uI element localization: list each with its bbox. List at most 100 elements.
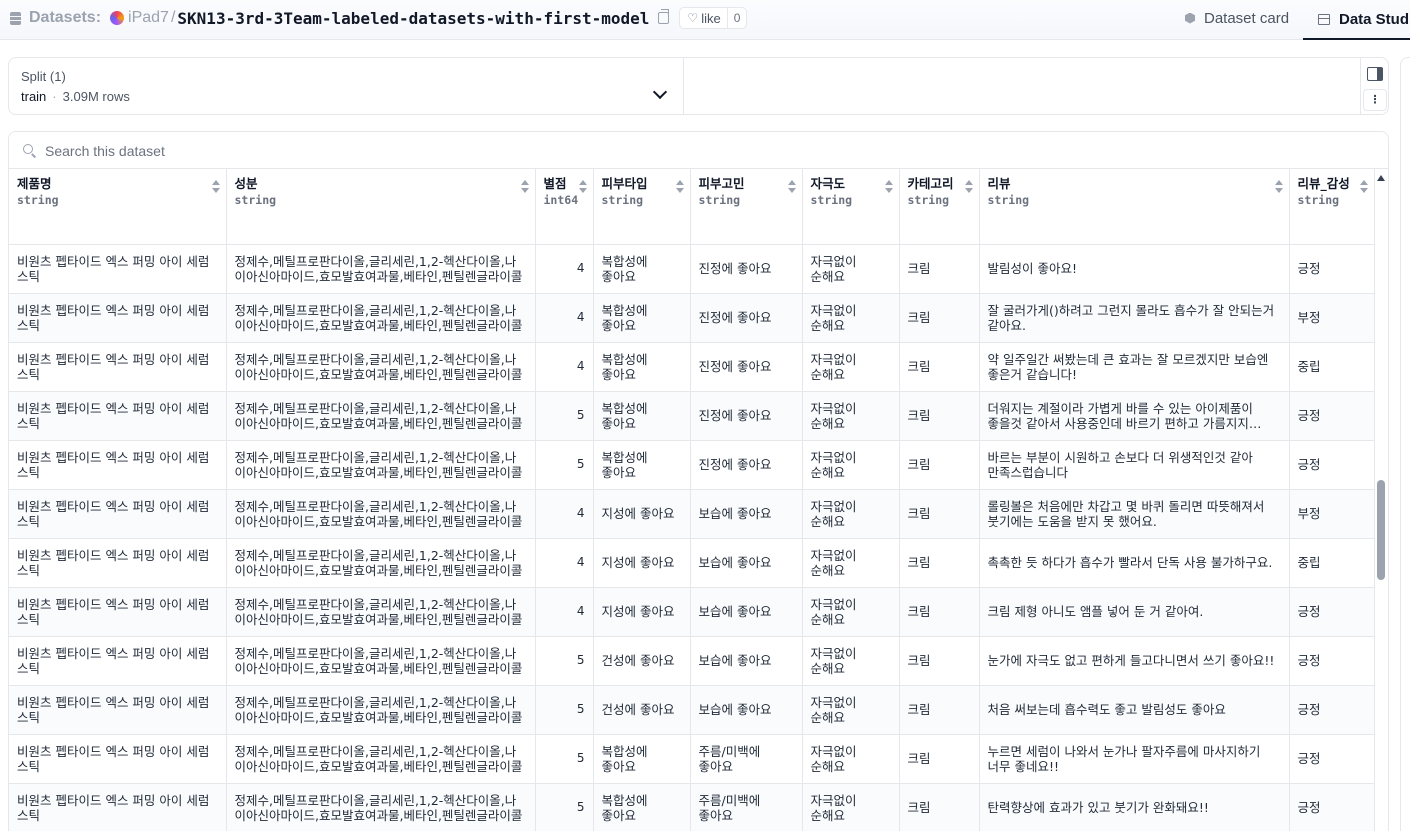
cell-rating[interactable]: 4 — [535, 587, 594, 637]
sort-icon[interactable] — [578, 180, 587, 193]
more-options-button[interactable]: ⋮ — [1363, 89, 1387, 111]
cell-product-name[interactable]: 비원츠 펩타이드 엑스 퍼밍 아이 세럼 스틱 — [9, 587, 227, 637]
search-input[interactable] — [45, 140, 645, 162]
cell-product-name[interactable]: 비원츠 펩타이드 엑스 퍼밍 아이 세럼 스틱 — [9, 734, 227, 784]
tab-data-studio[interactable]: Data Studio — [1303, 0, 1410, 40]
split-selector[interactable]: Split (1) train · 3.09M rows — [9, 58, 684, 114]
cell-skin-type[interactable]: 건성에 좋아요 — [593, 636, 691, 686]
cell-skin-type[interactable]: 건성에 좋아요 — [593, 685, 691, 735]
cell-review[interactable]: 바르는 부분이 시원하고 손보다 더 위생적인것 같아 만족스럽습니다 — [979, 440, 1290, 490]
like-button[interactable]: ♡ like 0 — [679, 7, 748, 29]
cell-category[interactable]: 크림 — [899, 783, 980, 831]
table-row[interactable]: 비원츠 펩타이드 엑스 퍼밍 아이 세럼 스틱 정제수,메틸프로판다이올,글리세린… — [9, 734, 1375, 784]
cell-ingredients[interactable]: 정제수,메틸프로판다이올,글리세린,1,2-헥산다이올,나이아신아마이드,효모발… — [226, 440, 536, 490]
cell-review[interactable]: 촉촉한 듯 하다가 흡수가 빨라서 단독 사용 불가하구요. — [979, 538, 1290, 588]
tab-dataset-card[interactable]: Dataset card — [1185, 0, 1289, 36]
cell-review[interactable]: 크림 제형 아니도 앰플 넣어 둔 거 같아여. — [979, 587, 1290, 637]
cell-product-name[interactable]: 비원츠 펩타이드 엑스 퍼밍 아이 세럼 스틱 — [9, 538, 227, 588]
cell-skin-concern[interactable]: 진정에 좋아요 — [690, 440, 803, 490]
cell-skin-type[interactable]: 복합성에 좋아요 — [593, 440, 691, 490]
table-row[interactable]: 비원츠 펩타이드 엑스 퍼밍 아이 세럼 스틱 정제수,메틸프로판다이올,글리세린… — [9, 391, 1375, 441]
cell-review-sentiment[interactable]: 중립 — [1289, 538, 1375, 588]
table-row[interactable]: 비원츠 펩타이드 엑스 퍼밍 아이 세럼 스틱 정제수,메틸프로판다이올,글리세린… — [9, 783, 1375, 831]
cell-category[interactable]: 크림 — [899, 685, 980, 735]
cell-category[interactable]: 크림 — [899, 734, 980, 784]
cell-product-name[interactable]: 비원츠 펩타이드 엑스 퍼밍 아이 세럼 스틱 — [9, 685, 227, 735]
cell-skin-type[interactable]: 복합성에 좋아요 — [593, 391, 691, 441]
chevron-down-icon[interactable] — [652, 84, 668, 100]
cell-skin-concern[interactable]: 진정에 좋아요 — [690, 342, 803, 392]
cell-product-name[interactable]: 비원츠 펩타이드 엑스 퍼밍 아이 세럼 스틱 — [9, 440, 227, 490]
cell-category[interactable]: 크림 — [899, 489, 980, 539]
cell-skin-type[interactable]: 복합성에 좋아요 — [593, 293, 691, 343]
cell-review[interactable]: 처음 써보는데 흡수력도 좋고 발림성도 좋아요 — [979, 685, 1290, 735]
table-row[interactable]: 비원츠 펩타이드 엑스 퍼밍 아이 세럼 스틱 정제수,메틸프로판다이올,글리세린… — [9, 293, 1375, 343]
cell-product-name[interactable]: 비원츠 펩타이드 엑스 퍼밍 아이 세럼 스틱 — [9, 293, 227, 343]
cell-skin-concern[interactable]: 주름/미백에 좋아요 — [690, 783, 803, 831]
sort-icon[interactable] — [211, 180, 220, 193]
sort-icon[interactable] — [884, 180, 893, 193]
cell-ingredients[interactable]: 정제수,메틸프로판다이올,글리세린,1,2-헥산다이올,나이아신아마이드,효모발… — [226, 783, 536, 831]
cell-review[interactable]: 눈가에 자극도 없고 편하게 들고다니면서 쓰기 좋아요!! — [979, 636, 1290, 686]
cell-rating[interactable]: 5 — [535, 636, 594, 686]
cell-product-name[interactable]: 비원츠 펩타이드 엑스 퍼밍 아이 세럼 스틱 — [9, 489, 227, 539]
table-row[interactable]: 비원츠 펩타이드 엑스 퍼밍 아이 세럼 스틱 정제수,메틸프로판다이올,글리세린… — [9, 440, 1375, 490]
column-header-ingredients[interactable]: 성분 string — [226, 169, 536, 245]
cell-skin-concern[interactable]: 보습에 좋아요 — [690, 489, 803, 539]
cell-review-sentiment[interactable]: 긍정 — [1289, 636, 1375, 686]
cell-irritation[interactable]: 자극없이 순해요 — [802, 293, 900, 343]
cell-review[interactable]: 잘 굴러가게()하려고 그런지 몰라도 흡수가 잘 안되는거 같아요. — [979, 293, 1290, 343]
cell-review[interactable]: 더워지는 계절이라 가볍게 바를 수 있는 아이제품이 좋을것 같아서 사용중인… — [979, 391, 1290, 441]
cell-rating[interactable]: 4 — [535, 293, 594, 343]
cell-ingredients[interactable]: 정제수,메틸프로판다이올,글리세린,1,2-헥산다이올,나이아신아마이드,효모발… — [226, 391, 536, 441]
cell-irritation[interactable]: 자극없이 순해요 — [802, 685, 900, 735]
cell-irritation[interactable]: 자극없이 순해요 — [802, 636, 900, 686]
cell-review-sentiment[interactable]: 긍정 — [1289, 783, 1375, 831]
cell-product-name[interactable]: 비원츠 펩타이드 엑스 퍼밍 아이 세럼 스틱 — [9, 342, 227, 392]
cell-review-sentiment[interactable]: 긍정 — [1289, 440, 1375, 490]
vertical-scrollbar[interactable] — [1375, 169, 1388, 831]
column-header-irritation[interactable]: 자극도 string — [802, 169, 900, 245]
cell-review[interactable]: 누르면 세럼이 나와서 눈가나 팔자주름에 마사지하기 너무 좋네요!! — [979, 734, 1290, 784]
cell-review-sentiment[interactable]: 긍정 — [1289, 391, 1375, 441]
table-row[interactable]: 비원츠 펩타이드 엑스 퍼밍 아이 세럼 스틱 정제수,메틸프로판다이올,글리세린… — [9, 244, 1375, 294]
cell-rating[interactable]: 4 — [535, 538, 594, 588]
sort-icon[interactable] — [1274, 180, 1283, 193]
cell-review[interactable]: 약 일주일간 써봤는데 큰 효과는 잘 모르겠지만 보습엔 좋은거 같습니다! — [979, 342, 1290, 392]
cell-category[interactable]: 크림 — [899, 293, 980, 343]
owner-avatar[interactable] — [110, 11, 125, 25]
copy-icon[interactable] — [658, 9, 670, 24]
sort-icon[interactable] — [520, 180, 529, 193]
repo-name-link[interactable]: SKN13-3rd-3Team-labeled-datasets-with-fi… — [177, 9, 649, 28]
cell-review-sentiment[interactable]: 부정 — [1289, 293, 1375, 343]
cell-skin-concern[interactable]: 보습에 좋아요 — [690, 587, 803, 637]
cell-skin-concern[interactable]: 보습에 좋아요 — [690, 685, 803, 735]
cell-irritation[interactable]: 자극없이 순해요 — [802, 587, 900, 637]
cell-skin-concern[interactable]: 진정에 좋아요 — [690, 391, 803, 441]
cell-review-sentiment[interactable]: 긍정 — [1289, 587, 1375, 637]
sort-icon[interactable] — [964, 180, 973, 193]
cell-review-sentiment[interactable]: 중립 — [1289, 342, 1375, 392]
column-header-skin-concern[interactable]: 피부고민 string — [690, 169, 803, 245]
cell-rating[interactable]: 5 — [535, 783, 594, 831]
table-row[interactable]: 비원츠 펩타이드 엑스 퍼밍 아이 세럼 스틱 정제수,메틸프로판다이올,글리세린… — [9, 636, 1375, 686]
cell-irritation[interactable]: 자극없이 순해요 — [802, 734, 900, 784]
cell-skin-type[interactable]: 지성에 좋아요 — [593, 538, 691, 588]
column-header-skin-type[interactable]: 피부타입 string — [593, 169, 691, 245]
table-row[interactable]: 비원츠 펩타이드 엑스 퍼밍 아이 세럼 스틱 정제수,메틸프로판다이올,글리세린… — [9, 538, 1375, 588]
cell-category[interactable]: 크림 — [899, 587, 980, 637]
column-header-review-sentiment[interactable]: 리뷰_감성 string — [1289, 169, 1375, 245]
column-header-rating[interactable]: 별점 int64 — [535, 169, 594, 245]
cell-rating[interactable]: 5 — [535, 734, 594, 784]
cell-skin-concern[interactable]: 보습에 좋아요 — [690, 636, 803, 686]
cell-ingredients[interactable]: 정제수,메틸프로판다이올,글리세린,1,2-헥산다이올,나이아신아마이드,효모발… — [226, 342, 536, 392]
table-row[interactable]: 비원츠 펩타이드 엑스 퍼밍 아이 세럼 스틱 정제수,메틸프로판다이올,글리세린… — [9, 489, 1375, 539]
column-header-review[interactable]: 리뷰 string — [979, 169, 1290, 245]
cell-skin-type[interactable]: 복합성에 좋아요 — [593, 342, 691, 392]
cell-ingredients[interactable]: 정제수,메틸프로판다이올,글리세린,1,2-헥산다이올,나이아신아마이드,효모발… — [226, 636, 536, 686]
cell-ingredients[interactable]: 정제수,메틸프로판다이올,글리세린,1,2-헥산다이올,나이아신아마이드,효모발… — [226, 538, 536, 588]
cell-category[interactable]: 크림 — [899, 244, 980, 294]
cell-irritation[interactable]: 자극없이 순해요 — [802, 783, 900, 831]
cell-irritation[interactable]: 자극없이 순해요 — [802, 489, 900, 539]
cell-skin-type[interactable]: 지성에 좋아요 — [593, 489, 691, 539]
